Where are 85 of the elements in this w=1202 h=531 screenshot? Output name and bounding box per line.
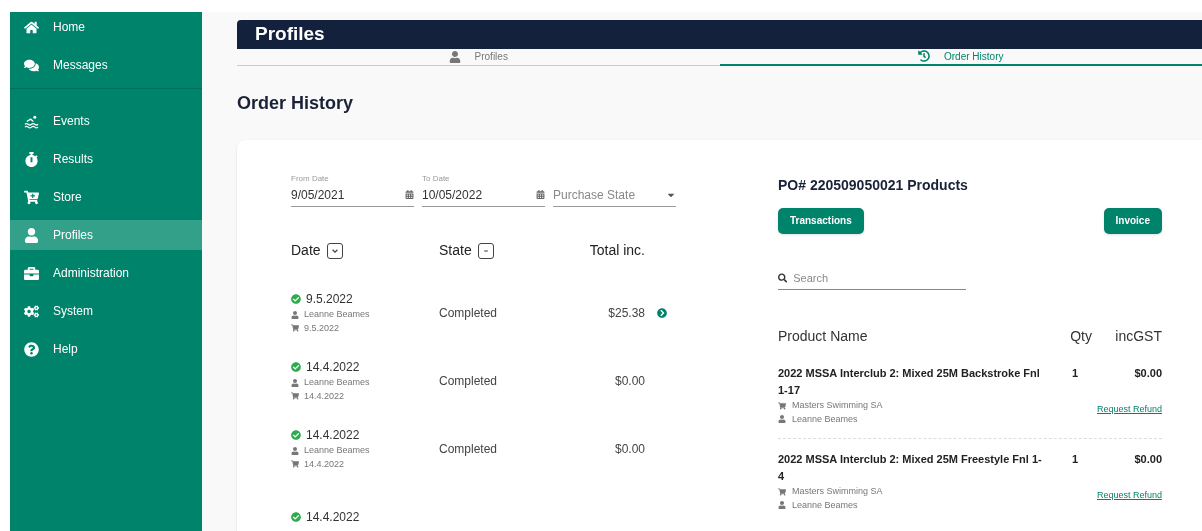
tab[interactable]: Profiles [237,48,720,66]
purchase-date: 14.4.2022 [304,389,345,403]
order-date: 9.5.2022 [306,291,353,308]
calendar-icon[interactable] [405,190,414,199]
product-qty: 1 [1070,452,1079,467]
sidebar-item[interactable]: Messages [10,50,202,80]
person-name: Leanne Beames [304,308,370,321]
user-icon [291,378,299,387]
sidebar-item[interactable]: Results [10,144,202,174]
column-header: Date [291,241,321,260]
cart-icon [291,460,299,469]
order-date: 14.4.2022 [306,359,360,376]
order-row[interactable]: 14.4.2022 Leanne Beames 14.4.2022 Completed $0.00 [291,346,681,415]
user-icon [778,501,786,510]
cart-icon [778,401,786,410]
user-icon [24,227,39,243]
sidebar-item[interactable]: Profiles [10,220,202,250]
calendar-icon[interactable] [536,190,545,199]
product-name: 2022 MSSA Interclub 2: Mixed 25M Freestyle Fnl 1-4 [778,452,1043,484]
home-icon [24,19,39,35]
help-icon [24,341,39,357]
search-field[interactable]: Search [793,269,966,286]
refund-link[interactable]: Request Refund [1096,402,1162,416]
column-header: Qty [1069,327,1092,346]
user-icon [778,415,786,424]
history-icon [918,50,930,62]
seller-name: Masters Swimming SA [792,485,883,498]
order-date: 14.4.2022 [306,427,360,444]
tab[interactable]: Order History [719,48,1202,66]
column-header: Total inc. [589,241,645,260]
order-row[interactable]: 14.4.2022 [291,482,681,531]
sidebar-item[interactable]: Home [10,12,202,42]
sidebar-item[interactable]: Store [10,182,202,212]
sort-toggle[interactable] [477,242,494,259]
product-price: $0.00 [1134,366,1162,381]
section-heading: Order History [237,91,355,115]
cart-icon [778,487,786,496]
order-state: Completed [439,372,499,390]
user-icon [291,446,299,455]
product-qty: 1 [1070,366,1079,381]
sidebar-item[interactable]: Help [10,334,202,364]
order-date: 14.4.2022 [306,508,360,526]
action-button[interactable]: Transactions [778,207,864,234]
cart-icon [24,189,39,205]
sidebar-item[interactable]: Administration [10,258,202,288]
order-state: Completed [439,304,499,322]
minus-icon [482,247,489,254]
sidebar-item[interactable]: System [10,296,202,326]
person-name: Leanne Beames [304,444,370,457]
chat-bubbles-icon [24,57,39,73]
search-icon [778,272,788,283]
cart-icon [291,392,299,401]
refund-link[interactable]: Request Refund [1096,488,1162,502]
person-name: Leanne Beames [304,376,370,389]
stopwatch-icon [24,151,39,167]
column-header: State [439,241,472,260]
order-total: $25.38 [607,304,645,322]
panel-title: PO# 220509050021 Products [778,175,969,195]
column-header: Product Name [778,327,869,346]
page-title: Profiles [255,22,325,46]
swimmer-icon [24,113,39,129]
user-icon [291,310,299,319]
order-row[interactable]: 14.4.2022 Leanne Beames 14.4.2022 Completed $0.00 [291,414,681,483]
briefcase-icon [24,265,39,281]
purchase-date: 9.5.2022 [304,321,340,335]
order-state: Completed [439,440,499,458]
product-price: $0.00 [1134,452,1162,467]
purchase-date: 14.4.2022 [304,457,345,471]
select-field[interactable]: Purchase State [553,173,676,207]
order-total: $0.00 [613,372,645,390]
sort-toggle[interactable] [326,242,343,259]
gears-icon [24,303,39,319]
column-header: incGST [1114,327,1162,346]
user-icon [448,50,461,63]
product-name: 2022 MSSA Interclub 2: Mixed 25M Backstroke Fnl 1-17 [778,366,1041,398]
sidebar-item[interactable]: Events [10,106,202,136]
cart-icon [291,324,299,333]
action-button[interactable]: Invoice [1103,207,1162,234]
date-field[interactable]: From Date 9/05/2021 [291,173,414,207]
order-row[interactable]: 9.5.2022 Leanne Beames 9.5.2022 Completed $25.38 [291,278,681,347]
person-name: Leanne Beames [792,412,858,426]
seller-name: Masters Swimming SA [792,399,883,412]
order-total: $0.00 [613,440,645,458]
date-field[interactable]: To Date 10/05/2022 [422,173,545,207]
person-name: Leanne Beames [792,498,858,512]
